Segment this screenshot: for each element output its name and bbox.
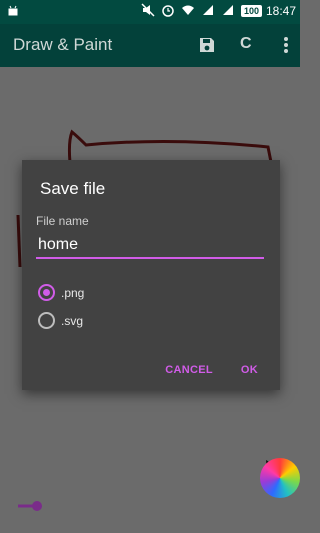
dialog-title: Save file xyxy=(40,179,106,198)
android-icon xyxy=(6,4,20,21)
ok-button[interactable]: OK xyxy=(241,364,258,376)
file-name-label: File name xyxy=(36,214,89,228)
mute-icon xyxy=(141,3,157,19)
brush-size-slider[interactable] xyxy=(16,498,46,514)
clock: 18:47 xyxy=(265,4,296,18)
status-bar: 100 18:47 xyxy=(0,0,300,24)
dialog-actions: CANCEL OK xyxy=(165,364,258,376)
wifi-icon xyxy=(181,3,197,19)
app-title: Draw & Paint xyxy=(13,35,113,54)
radio-svg[interactable]: .svg xyxy=(38,312,83,329)
save-icon[interactable] xyxy=(197,35,217,55)
radio-png[interactable]: .png xyxy=(38,284,84,301)
signal-icon xyxy=(201,3,217,19)
color-picker-wheel[interactable] xyxy=(260,458,300,498)
signal-icon-2 xyxy=(221,3,237,19)
save-file-dialog: Save file File name .png .svg CANCEL OK xyxy=(22,160,280,390)
radio-checked-icon xyxy=(38,284,55,301)
cancel-button[interactable]: CANCEL xyxy=(165,364,213,376)
battery-badge: 100 xyxy=(240,5,262,17)
radio-png-label: .png xyxy=(61,285,85,300)
radio-unchecked-icon xyxy=(38,312,55,329)
radio-svg-label: .svg xyxy=(61,313,84,328)
system-icons: 100 18:47 xyxy=(141,3,296,19)
file-name-input[interactable] xyxy=(36,233,264,259)
alarm-icon xyxy=(161,3,177,19)
app-toolbar: Draw & Paint C xyxy=(0,24,300,67)
more-vertical-icon[interactable] xyxy=(276,34,296,56)
clear-button[interactable]: C xyxy=(240,35,252,53)
